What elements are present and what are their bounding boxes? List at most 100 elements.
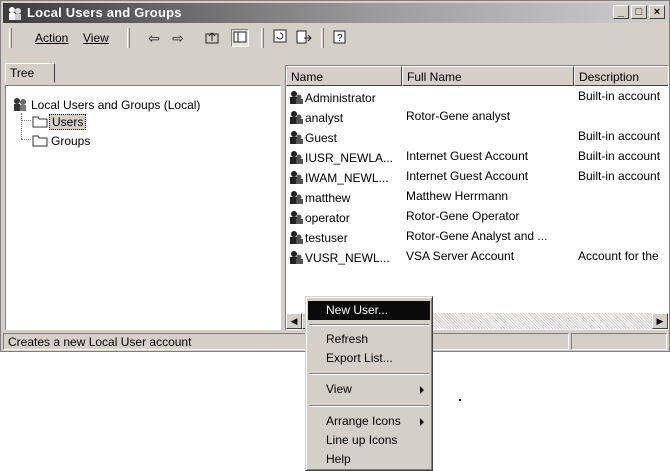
user-icon: [290, 251, 303, 264]
window-title: Local Users and Groups: [27, 5, 182, 20]
user-list-pane: Name Full Name Description Administrator…: [285, 65, 669, 330]
maximize-button[interactable]: □: [631, 5, 647, 19]
tree-item-users[interactable]: Users: [32, 113, 87, 130]
cell-full-name: VSA Server Account: [406, 249, 515, 263]
submenu-arrow-icon: [420, 386, 424, 394]
cell-description: Built-in account: [578, 89, 661, 103]
back-arrow-icon[interactable]: ⇦: [145, 29, 163, 47]
user-name: IUSR_NEWLA...: [305, 151, 394, 165]
tree-item-groups-label: Groups: [51, 134, 91, 148]
close-button[interactable]: ×: [649, 5, 665, 19]
tree-line: [21, 139, 31, 140]
tree-item-users-label: Users: [49, 114, 87, 130]
toolbar-separator: [321, 28, 324, 48]
cell-full-name: Rotor-Gene Operator: [406, 209, 520, 223]
up-folder-icon[interactable]: [203, 29, 221, 47]
dot-mark: [459, 399, 461, 401]
cell-name: Administrator: [288, 89, 400, 105]
user-name: testuser: [305, 231, 348, 245]
cell-description: Built-in account: [578, 169, 661, 183]
user-name: Guest: [305, 131, 338, 145]
column-header-name[interactable]: Name: [286, 66, 402, 86]
column-header-full-name[interactable]: Full Name: [402, 66, 574, 86]
user-icon: [290, 191, 303, 204]
cell-full-name: Internet Guest Account: [406, 149, 529, 163]
toolbar-grip[interactable]: [127, 28, 130, 48]
user-icon: [290, 151, 303, 164]
user-icon: [290, 91, 303, 104]
status-panel: [571, 333, 667, 350]
tree-root[interactable]: Local Users and Groups (Local): [12, 96, 202, 112]
table-row[interactable]: matthew Matthew Herrmann: [286, 186, 668, 206]
menu-line-up-icons[interactable]: Line up Icons: [308, 431, 430, 450]
table-row[interactable]: testuser Rotor-Gene Analyst and ...: [286, 226, 668, 246]
table-row[interactable]: IUSR_NEWLA... Internet Guest Account Built…: [286, 146, 668, 166]
cell-name: Guest: [288, 129, 400, 145]
cell-name: analyst: [288, 109, 400, 125]
svg-text:?: ?: [337, 33, 343, 44]
column-header-description[interactable]: Description: [574, 66, 668, 86]
cell-description: Account for the: [578, 249, 659, 263]
user-icon: [290, 211, 303, 224]
user-name: Administrator: [305, 91, 376, 105]
menu-view[interactable]: View: [83, 31, 109, 45]
user-name: operator: [305, 211, 350, 225]
scroll-right-button[interactable]: ▶: [652, 313, 668, 329]
user-icon: [290, 131, 303, 144]
cell-full-name: Matthew Herrmann: [406, 189, 509, 203]
status-panel: [419, 333, 569, 350]
title-bar[interactable]: Local Users and Groups _ □ ×: [3, 3, 667, 23]
toolbar-grip[interactable]: [9, 28, 12, 48]
table-row[interactable]: Administrator Built-in account: [286, 86, 668, 106]
menu-view[interactable]: View: [308, 380, 430, 399]
toolbar: Action View ⇦ ⇨ ?: [3, 25, 667, 51]
cell-name: matthew: [288, 189, 400, 205]
cell-name: IWAM_NEWL...: [288, 169, 400, 185]
toolbar-separator: [261, 28, 264, 48]
menu-help[interactable]: Help: [308, 450, 430, 469]
scroll-left-button[interactable]: ◀: [286, 313, 302, 329]
table-row[interactable]: operator Rotor-Gene Operator: [286, 206, 668, 226]
menu-refresh[interactable]: Refresh: [308, 330, 430, 349]
menu-export-list[interactable]: Export List...: [308, 349, 430, 368]
export-list-icon[interactable]: [295, 29, 313, 47]
tree-root-label: Local Users and Groups (Local): [31, 98, 201, 112]
user-icon: [290, 231, 303, 244]
tree-line: [21, 113, 23, 139]
refresh-icon[interactable]: [271, 29, 289, 47]
show-tree-icon[interactable]: [231, 29, 249, 47]
menu-separator: [309, 373, 429, 375]
help-icon[interactable]: ?: [331, 29, 349, 47]
table-row[interactable]: Guest Built-in account: [286, 126, 668, 146]
users-groups-icon: [9, 7, 21, 20]
tree-item-groups[interactable]: Groups: [32, 132, 92, 148]
cell-name: testuser: [288, 229, 400, 245]
menu-arrange-icons[interactable]: Arrange Icons: [308, 412, 430, 431]
table-row[interactable]: analyst Rotor-Gene analyst: [286, 106, 668, 126]
users-groups-icon: [14, 98, 26, 111]
folder-icon: [32, 135, 48, 147]
minimize-button[interactable]: _: [613, 5, 629, 19]
cell-description: Built-in account: [578, 129, 661, 143]
user-icon: [290, 171, 303, 184]
menu-action[interactable]: Action: [35, 31, 68, 45]
menu-new-user[interactable]: New User...: [308, 301, 430, 320]
cell-name: operator: [288, 209, 400, 225]
tree-line: [21, 120, 31, 121]
cell-full-name: Rotor-Gene analyst: [406, 109, 511, 123]
table-row[interactable]: IWAM_NEWL... Internet Guest Account Built-…: [286, 166, 668, 186]
context-menu: New User... Refresh Export List... View …: [305, 296, 433, 471]
table-row[interactable]: VUSR_NEWL... VSA Server Account Account fo…: [286, 246, 668, 266]
cell-name: VUSR_NEWL...: [288, 249, 400, 265]
submenu-arrow-icon: [420, 418, 424, 426]
cell-full-name: Internet Guest Account: [406, 169, 529, 183]
cell-description: Built-in account: [578, 149, 661, 163]
tree-tab[interactable]: Tree: [5, 63, 55, 83]
forward-arrow-icon[interactable]: ⇨: [169, 29, 187, 47]
user-icon: [290, 111, 303, 124]
user-name: VUSR_NEWL...: [305, 251, 390, 265]
cell-name: IUSR_NEWLA...: [288, 149, 400, 165]
folder-icon: [32, 116, 48, 128]
user-name: matthew: [305, 191, 351, 205]
menu-separator: [309, 405, 429, 407]
